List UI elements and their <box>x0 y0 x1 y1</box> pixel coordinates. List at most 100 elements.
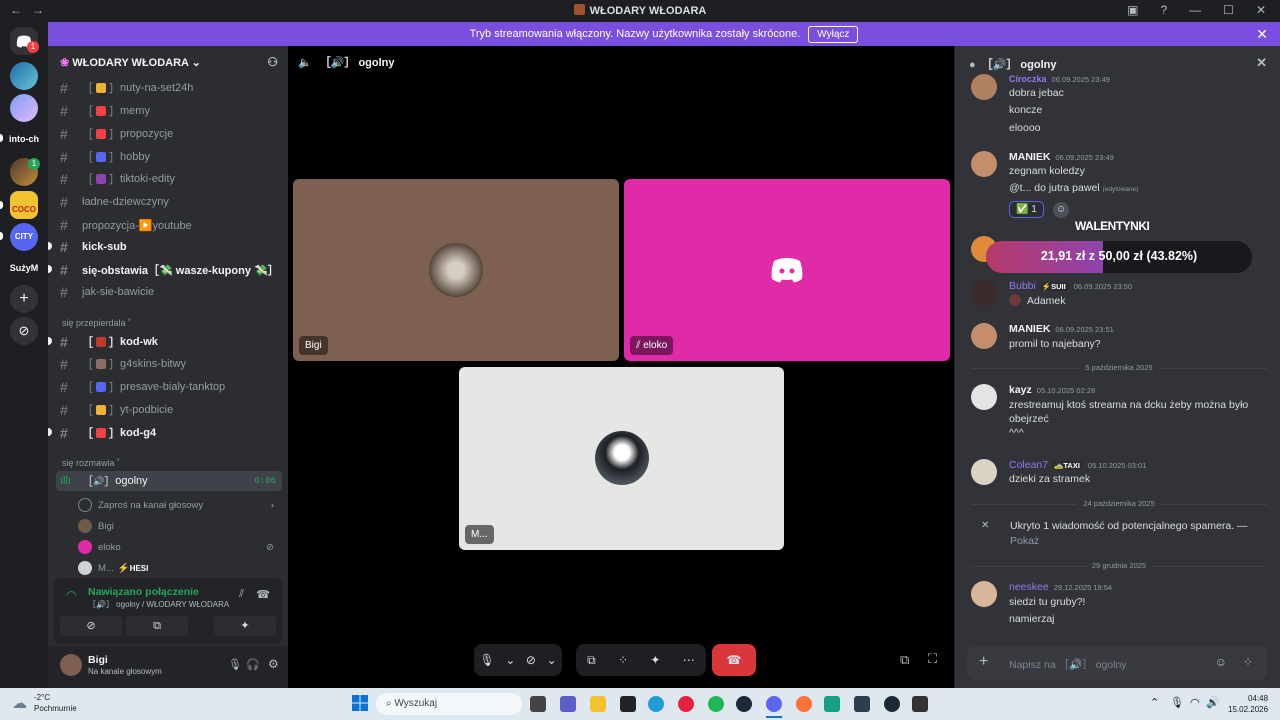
channel-item[interactable]: # ［ ］ propozycje <box>56 123 282 145</box>
add-server-icon[interactable]: + <box>10 285 38 313</box>
video-tile-eloko[interactable]: ⫽ eloko <box>624 179 950 361</box>
clock-time[interactable]: 04:48 <box>1248 694 1268 703</box>
voice-channel-ogolny[interactable]: ıllı ［ 🔊 ］ ogolny 0:06 <box>56 471 282 491</box>
server-suzym[interactable]: SużyM <box>2 263 46 273</box>
add-member-icon[interactable]: ⚇ <box>267 55 278 69</box>
message-input[interactable]: + Napisz na ［🔊］ ogolny ☺ ⁘ <box>967 646 1267 680</box>
close-chat-icon[interactable]: ✕ <box>1256 55 1267 71</box>
user-avatar[interactable] <box>60 654 82 676</box>
opera-icon[interactable] <box>678 696 694 712</box>
activities-button[interactable]: ⁘ <box>618 653 628 667</box>
start-icon[interactable] <box>352 695 368 711</box>
spotify-icon[interactable] <box>708 696 724 712</box>
soundboard-button[interactable]: ✦ <box>650 653 660 667</box>
add-attachment-icon[interactable]: + <box>979 653 988 671</box>
server-header[interactable]: ❀ WŁODARY WŁODARA ⌄ ⚇ <box>48 46 288 78</box>
taskbar-search[interactable]: ⌕ Wyszukaj <box>376 693 522 715</box>
channel-item[interactable]: # jak-sie-bawicie <box>56 281 282 303</box>
epic-games-icon[interactable] <box>620 696 636 712</box>
app-icon[interactable] <box>824 696 840 712</box>
fullscreen-icon[interactable]: ⛶ <box>928 651 937 667</box>
server-intotech[interactable]: into‑ch <box>2 134 46 144</box>
discord-taskbar-icon[interactable] <box>766 696 782 712</box>
channel-item[interactable]: # ［ ］ yt-podbicie <box>56 399 282 421</box>
minimize-icon[interactable]: — <box>1189 3 1201 17</box>
signal-icon[interactable]: ◠ <box>66 588 76 602</box>
disconnect-icon[interactable]: ☎ <box>256 588 270 601</box>
channel-item[interactable]: # się-obstawia［💸 wasze-kupony 💸］ <box>56 259 282 281</box>
close-banner-icon[interactable]: ✕ <box>1256 26 1268 43</box>
channel-item[interactable]: # ［ ］ hobby <box>56 146 282 168</box>
share-screen-button[interactable]: ⧉ <box>126 616 188 636</box>
headphones-icon[interactable]: 🎧 <box>246 658 260 671</box>
channel-item[interactable]: # ［ ］ g4skins-bitwy <box>56 353 282 375</box>
channel-item[interactable]: # ［ ］ kod-wk <box>56 331 282 353</box>
author-name[interactable]: MANIEK 06.09.2025 23:51 <box>1009 323 1114 335</box>
author-name[interactable]: Ciroczka 06.09.2025 23:49 <box>1009 74 1110 84</box>
more-icon[interactable]: ⋯ <box>683 653 695 667</box>
camera-off-button[interactable]: ⊘ <box>526 653 536 667</box>
steam-icon[interactable] <box>736 696 752 712</box>
voice-user[interactable]: M... ⚡ HESI <box>78 561 148 575</box>
channel-item[interactable]: # ［ ］ tiktoki-edity <box>56 168 282 190</box>
teams-icon[interactable] <box>560 696 576 712</box>
firefox-icon[interactable] <box>796 696 812 712</box>
disable-streamer-mode-button[interactable]: Wyłącz <box>808 25 859 43</box>
cloud-icon[interactable]: ☁ <box>12 694 27 712</box>
share-screen-button[interactable]: ⧉ <box>587 653 596 668</box>
leave-call-button[interactable]: ☎ <box>712 644 756 676</box>
channel-item[interactable]: # ［ ］ presave-bialy-tanktop <box>56 376 282 398</box>
video-tile-m[interactable]: M... <box>459 367 784 550</box>
video-tile-bigi[interactable]: Bigi <box>293 179 619 361</box>
microphone-button[interactable]: 🎙 <box>479 653 494 667</box>
emoji-icon[interactable]: ☺ <box>1215 655 1227 669</box>
server-icon-1[interactable] <box>10 62 38 90</box>
category-header[interactable]: się rozmawia ˚ <box>62 458 120 468</box>
settings-icon[interactable]: ⚙ <box>268 657 279 671</box>
dismiss-icon[interactable]: ✕ <box>981 520 989 531</box>
author-avatar[interactable] <box>971 384 997 410</box>
close-icon[interactable]: ✕ <box>1256 3 1266 17</box>
author-name[interactable]: Colean7 🚕TAXI 05.10.2025 03:01 <box>1009 459 1146 471</box>
popout-icon[interactable]: ⧉ <box>900 652 909 668</box>
microphone-tray-icon[interactable]: 🎙 <box>1170 696 1184 709</box>
toggle-camera-button[interactable]: ⊘ <box>60 616 122 636</box>
channel-item[interactable]: # ［ ］ kod-g4 <box>56 422 282 444</box>
apps-icon[interactable]: ⁘ <box>1243 655 1253 669</box>
task-view-icon[interactable] <box>530 696 546 712</box>
steam-icon[interactable] <box>884 696 900 712</box>
author-avatar[interactable] <box>971 581 997 607</box>
volume-icon[interactable]: 🔊 <box>1206 696 1220 709</box>
clock-date[interactable]: 15.02.2026 <box>1228 705 1268 714</box>
author-avatar[interactable] <box>971 151 997 177</box>
noise-suppression-icon[interactable]: ⫽ <box>239 588 244 601</box>
category-header[interactable]: się przepierdala ˚ <box>62 318 131 328</box>
chevron-down-icon[interactable]: ⌄ <box>547 653 557 667</box>
app-icon[interactable] <box>854 696 870 712</box>
author-avatar[interactable] <box>971 74 997 100</box>
server-icon-2[interactable] <box>10 94 38 122</box>
microphone-icon[interactable]: 🎙 <box>228 658 242 671</box>
discover-icon[interactable]: ⊘ <box>10 317 38 345</box>
maximize-icon[interactable]: ☐ <box>1223 3 1234 17</box>
wifi-icon[interactable]: ◠ <box>1190 696 1200 709</box>
channel-item[interactable]: # propozycja-▶️youtube <box>56 214 282 236</box>
help-icon[interactable]: ? <box>1160 3 1167 17</box>
voice-user[interactable]: eloko ⊘ <box>78 540 274 554</box>
channel-item[interactable]: # kick-sub <box>56 236 282 258</box>
author-avatar[interactable] <box>971 323 997 349</box>
channel-item[interactable]: # ［ ］ memy <box>56 100 282 122</box>
author-name[interactable]: kayz 05.10.2025 02:28 <box>1009 384 1095 396</box>
chevron-down-icon[interactable]: ⌄ <box>505 653 515 667</box>
channel-item[interactable]: # ładne-dziewczyny <box>56 191 282 213</box>
edge-icon[interactable] <box>648 696 664 712</box>
author-avatar[interactable] <box>971 280 997 306</box>
channel-item[interactable]: # ［ ］ nuty-na-set24h <box>56 77 282 99</box>
invite-to-voice[interactable]: Zaproś na kanał głosowy › <box>78 498 274 512</box>
author-name[interactable]: Bubbi ⚡SUII 06.09.2025 23:50 <box>1009 280 1132 292</box>
add-reaction-icon[interactable]: ☺ <box>1053 202 1069 218</box>
author-name[interactable]: MANIEK 06.09.2025 23:49 <box>1009 151 1114 163</box>
author-avatar[interactable] <box>971 459 997 485</box>
soundboard-button[interactable]: ✦ <box>214 616 276 636</box>
inbox-icon[interactable]: ▣ <box>1127 3 1138 17</box>
